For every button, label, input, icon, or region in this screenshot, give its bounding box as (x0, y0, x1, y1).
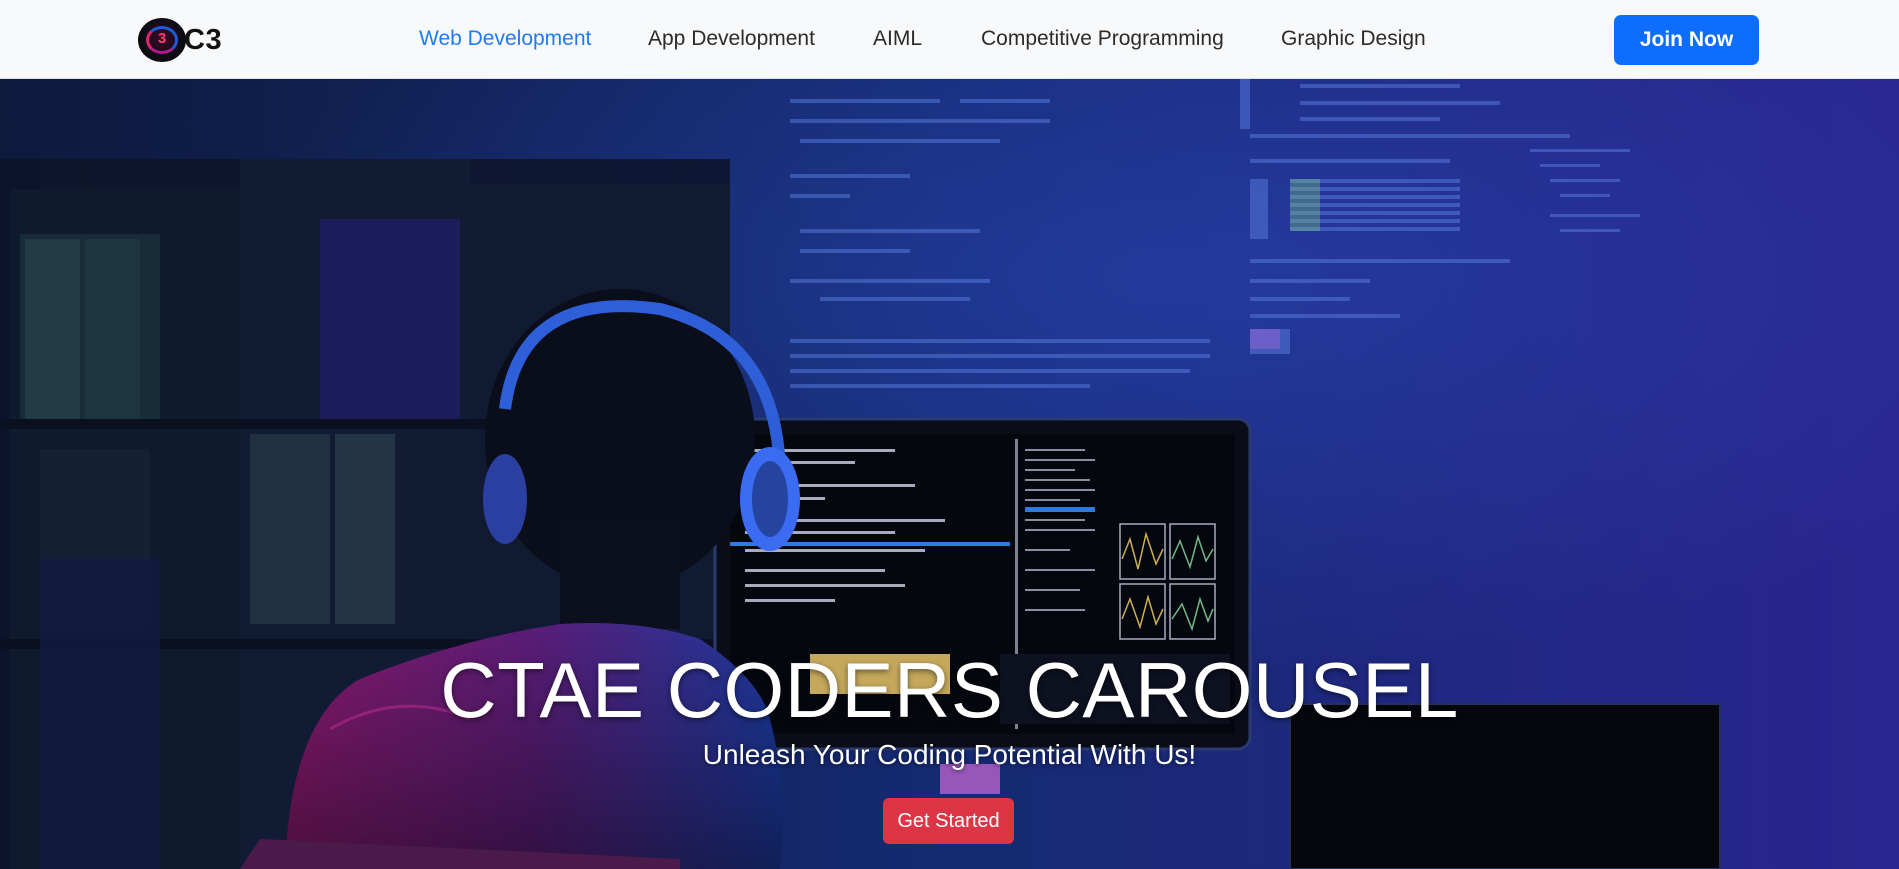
hero-carousel-slide: CTAE CODERS CAROUSEL Unleash Your Coding… (0, 79, 1899, 869)
nav-link-aiml[interactable]: AIML (873, 27, 922, 51)
hero-subtitle: Unleash Your Coding Potential With Us! (702, 739, 1197, 770)
nav-link-competitive-programming[interactable]: Competitive Programming (981, 27, 1224, 51)
navbar: 3 C3 Web Development App Development AIM… (0, 0, 1899, 79)
nav-link-app-development[interactable]: App Development (648, 27, 815, 51)
join-now-button[interactable]: Join Now (1614, 15, 1759, 65)
get-started-button[interactable]: Get Started (883, 798, 1014, 844)
nav-link-web-development[interactable]: Web Development (419, 27, 591, 51)
hero-title: CTAE CODERS CAROUSEL (440, 646, 1459, 734)
nav-link-graphic-design[interactable]: Graphic Design (1281, 27, 1426, 51)
